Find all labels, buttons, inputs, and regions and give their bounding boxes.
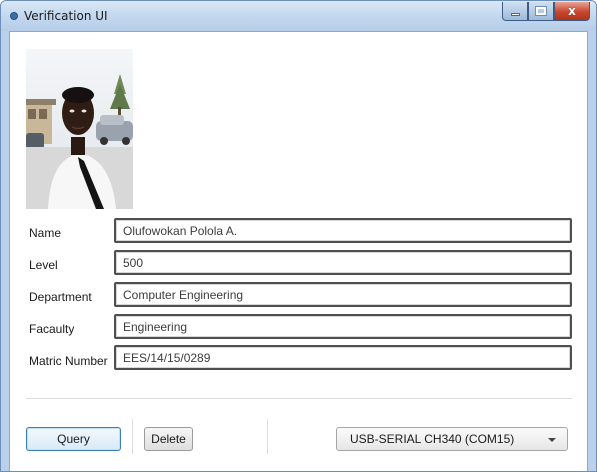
department-field[interactable] <box>114 282 572 307</box>
window-title: Verification UI <box>24 9 108 23</box>
student-photo <box>26 49 133 209</box>
app-window: Verification UI x Name Olufowokan Polola… <box>0 0 597 472</box>
faculty-field[interactable] <box>114 314 572 339</box>
maximize-icon <box>535 6 547 16</box>
serial-port-value: USB-SERIAL CH340 (COM15) <box>350 432 515 446</box>
chevron-down-icon[interactable] <box>548 438 556 442</box>
app-icon <box>10 12 18 20</box>
level-label: Level <box>29 258 58 272</box>
department-label: Department <box>29 290 92 304</box>
faculty-label: Facaulty <box>29 322 75 336</box>
caption-buttons: x <box>502 2 590 21</box>
level-field[interactable] <box>114 250 572 275</box>
minimize-icon <box>510 12 520 16</box>
toolbar-divider <box>267 419 268 454</box>
close-icon: x <box>568 4 576 18</box>
verification-panel: Name Level Department Facaulty Matric Nu… <box>9 31 588 471</box>
delete-button[interactable]: Delete <box>144 427 193 451</box>
close-button[interactable]: x <box>554 2 590 21</box>
query-button[interactable]: Query <box>26 427 121 451</box>
maximize-button[interactable] <box>528 2 554 21</box>
name-label: Name <box>29 226 62 240</box>
matric-number-label: Matric Number <box>29 354 108 368</box>
matric-number-field[interactable] <box>114 345 572 370</box>
name-field[interactable] <box>114 218 572 243</box>
minimize-button[interactable] <box>502 2 528 21</box>
toolbar-divider <box>132 419 133 454</box>
title-bar[interactable]: Verification UI x <box>1 1 596 31</box>
separator <box>26 398 572 399</box>
serial-port-select[interactable]: USB-SERIAL CH340 (COM15) <box>336 427 568 451</box>
